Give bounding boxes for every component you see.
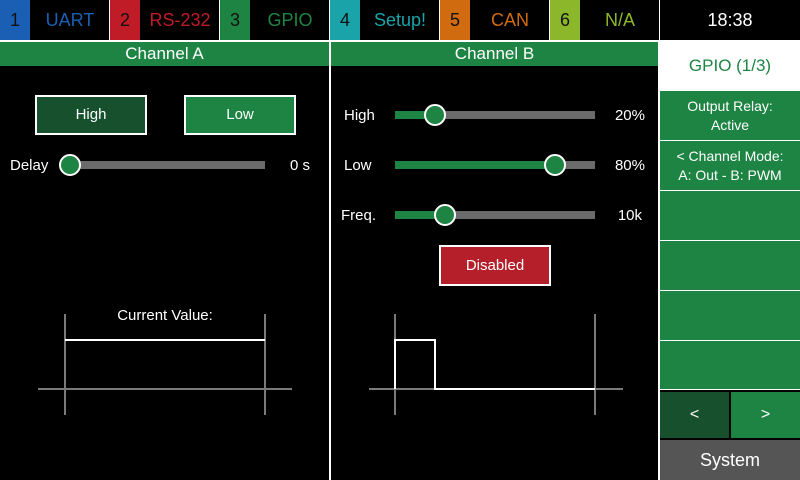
channel-b-waveform [369,314,623,415]
pwm-disabled-button[interactable]: Disabled [439,245,551,286]
divider [439,0,440,40]
pwm-low-value: 80% [614,157,645,174]
clock: 18:38 [707,10,753,30]
tab-na[interactable]: 6 N/A [550,0,660,40]
pwm-high-label: High [344,107,375,124]
slider-fill [395,161,555,169]
tab-label: Setup! [373,10,427,30]
output-relay-state: Active [710,116,750,133]
tab-number: 4 [330,0,360,40]
prev-page-button[interactable]: < [660,392,729,438]
pwm-high-slider-handle[interactable] [424,104,446,126]
tab-uart[interactable]: 1 UART [0,0,110,40]
frequency-slider[interactable] [395,211,595,219]
empty-menu-slot[interactable] [660,290,800,340]
frequency-label: Freq. [341,207,377,224]
channel-mode-button[interactable]: < Channel Mode: A: Out - B: PWM [660,140,800,190]
channel-mode-value: A: Out - B: PWM [678,166,782,183]
delay-slider-handle[interactable] [59,154,81,176]
next-page-button[interactable]: > [731,392,800,438]
system-button[interactable]: System [660,440,800,480]
pwm-low-slider-handle[interactable] [544,154,566,176]
tab-number: 1 [0,0,30,40]
empty-menu-slot[interactable] [660,340,800,390]
channel-mode-label: < Channel Mode: [676,147,784,164]
output-relay-button[interactable]: Output Relay: Active [660,90,800,140]
channel-a-header: Channel A [0,42,329,66]
empty-menu-slot[interactable] [660,240,800,290]
delay-value: 0 s [289,157,310,174]
tab-label: UART [45,10,95,30]
channel-a-waveform [38,314,292,415]
page-title: GPIO (1/3) [660,42,800,90]
pwm-high-value: 20% [614,107,645,124]
tab-number: 6 [550,0,580,40]
tab-setup[interactable]: 4 Setup! [330,0,440,40]
tab-label: CAN [490,10,529,30]
tab-label: GPIO [267,10,313,30]
channel-a-high-button[interactable]: High [35,95,147,135]
delay-label: Delay [10,157,49,174]
divider [549,0,550,40]
tab-number: 5 [440,0,470,40]
channel-b-header: Channel B [331,42,658,66]
delay-slider[interactable] [70,161,265,169]
divider [329,0,330,40]
tab-label: N/A [604,10,635,30]
divider [109,0,110,40]
tab-can[interactable]: 5 CAN [440,0,550,40]
divider [219,0,220,40]
tab-number: 3 [220,0,250,40]
tab-bar: 1 UART 2 RS-232 3 GPIO 4 Setup! 5 CAN 6 … [0,0,660,40]
pwm-low-label: Low [344,157,372,174]
channel-a-low-button[interactable]: Low [184,95,296,135]
output-relay-label: Output Relay: [687,97,773,114]
tab-label: RS-232 [149,10,211,30]
tab-number: 2 [110,0,140,40]
empty-menu-slot[interactable] [660,190,800,240]
frequency-slider-handle[interactable] [434,204,456,226]
tab-gpio[interactable]: 3 GPIO [220,0,330,40]
divider [659,0,660,40]
tab-rs232[interactable]: 2 RS-232 [110,0,220,40]
frequency-value: 10k [617,207,642,224]
